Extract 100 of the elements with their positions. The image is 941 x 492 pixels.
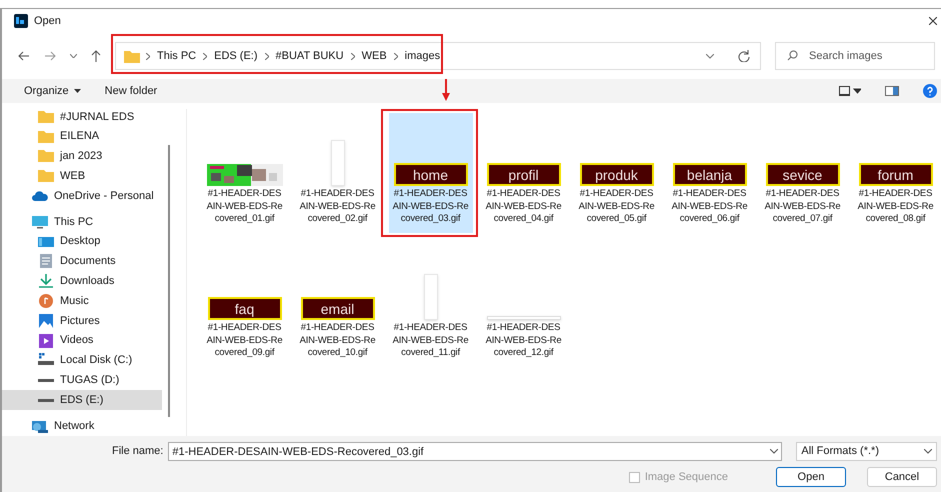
sidebar-item[interactable]: jan 2023 [2,146,162,166]
chevron-icon [394,52,398,60]
sidebar-item[interactable]: Music [2,291,162,311]
refresh-icon[interactable] [738,50,750,62]
search-icon [787,50,798,61]
caret-icon [924,449,932,454]
network-icon [32,418,48,433]
cloud-icon [32,189,48,204]
file-name: #1-HEADER-DES AIN-WEB-EDS-Re covered_08.gif [856,188,934,226]
chevron-icon [350,52,355,60]
file-item[interactable]: #1-HEADER-DES AIN-WEB-EDS-Re covered_12.gif [482,247,566,367]
file-item[interactable]: #1-HEADER-DES AIN-WEB-EDS-Re covered_11.gif [388,247,472,367]
folder-icon [38,149,54,164]
caret-icon[interactable] [70,54,77,58]
up-arrow-icon[interactable] [91,50,101,62]
file-item[interactable]: forum #1-HEADER-DES AIN-WEB-EDS-Re covered_08.gif [854,113,938,233]
folder-icon [38,130,54,144]
file-name: #1-HEADER-DES AIN-WEB-EDS-Re covered_11.gif [392,322,470,360]
sidebar-item[interactable]: #JURNAL EDS [2,107,162,127]
new-folder-button[interactable]: New folder [104,82,158,100]
format-dropdown[interactable]: All Formats (*.*) [796,442,937,461]
video-icon [38,334,54,348]
folder-icon [38,169,54,184]
organize-button[interactable]: Organize [24,82,81,100]
cancel-button[interactable]: Cancel [867,467,937,487]
help-icon[interactable] [923,84,937,98]
sidebar-item[interactable]: EDS (E:) [2,390,162,410]
address-bar[interactable]: This PC EDS (E:) #BUAT BUKU WEB images [115,42,761,70]
view-icon[interactable] [839,86,861,96]
sidebar-item[interactable]: Desktop [2,232,162,252]
breadcrumb-item[interactable]: EDS (E:) [214,48,258,64]
caret-icon [74,89,81,93]
sidebar-item[interactable]: OneDrive - Personal [2,186,162,206]
sidebar-item[interactable]: TUGAS (D:) [2,370,162,390]
desktop-icon [38,234,54,249]
sidebar-item[interactable]: Videos [2,330,162,351]
button-thumbnail: sevice [766,163,840,186]
window-title: Open [34,14,61,29]
breadcrumb-item[interactable]: images [404,48,440,64]
scrollbar[interactable] [168,145,170,417]
button-thumbnail: faq [208,297,282,320]
picture-icon [38,314,54,328]
arrow [442,79,450,101]
sidebar-item[interactable]: This PC [2,212,162,232]
open-button[interactable]: Open [776,467,846,487]
monitor-icon [32,214,48,229]
breadcrumb-item[interactable]: WEB [362,48,387,64]
folder-icon [124,50,140,62]
image-thumbnail [330,140,344,186]
file-name: #1-HEADER-DES AIN-WEB-EDS-Re covered_10.gif [298,322,376,360]
document-icon [38,254,54,268]
file-name: #1-HEADER-DES AIN-WEB-EDS-Re covered_06.gif [670,188,748,226]
button-thumbnail: produk [580,163,654,186]
chevron-icon [264,52,269,60]
file-name: #1-HEADER-DES AIN-WEB-EDS-Re covered_09.gif [206,322,284,360]
search-field[interactable]: Search images [775,42,935,70]
button-thumbnail: belanja [672,163,746,186]
file-item[interactable]: produk #1-HEADER-DES AIN-WEB-EDS-Re covered_05.gif [574,113,658,233]
file-name: #1-HEADER-DES AIN-WEB-EDS-Re covered_01.gif [206,188,284,226]
sidebar-item[interactable]: Downloads [2,271,162,292]
image-thumbnail [424,274,438,320]
file-item[interactable]: belanja #1-HEADER-DES AIN-WEB-EDS-Re covered_06.gif [668,113,752,233]
sidebar-item[interactable]: Pictures [2,310,162,331]
file-item[interactable]: sevice #1-HEADER-DES AIN-WEB-EDS-Re covered_07.gif [760,113,844,233]
file-item[interactable]: faq #1-HEADER-DES AIN-WEB-EDS-Re covered_09.gif [202,247,286,367]
forward-arrow-icon[interactable] [44,51,56,61]
file-name: #1-HEADER-DES AIN-WEB-EDS-Re covered_02.gif [298,188,376,226]
close-icon[interactable] [929,17,937,25]
button-thumbnail: email [300,297,374,320]
sidebar-item[interactable]: Documents [2,252,162,272]
file-name-label: File name: [112,444,164,460]
file-item[interactable]: #1-HEADER-DES AIN-WEB-EDS-Re covered_02.gif [296,113,380,233]
sidebar-item[interactable]: EILENA [2,126,162,147]
breadcrumb-item[interactable]: #BUAT BUKU [276,48,344,64]
download-icon [38,274,54,288]
preview-pane-icon[interactable] [885,86,899,96]
sidebar-item[interactable]: Network [2,416,162,436]
disk-icon [38,353,54,368]
file-item[interactable]: home #1-HEADER-DES AIN-WEB-EDS-Re covered_03.gif [388,113,472,233]
file-item[interactable]: email #1-HEADER-DES AIN-WEB-EDS-Re covered_10.gif [296,247,380,367]
file-item[interactable]: #1-HEADER-DES AIN-WEB-EDS-Re covered_01.gif [202,113,286,233]
file-item[interactable]: profil #1-HEADER-DES AIN-WEB-EDS-Re covered_04.gif [482,113,566,233]
sidebar-item[interactable]: Local Disk (C:) [2,350,162,370]
back-arrow-icon[interactable] [18,51,30,61]
chevron-icon [203,52,208,60]
button-thumbnail: profil [486,163,560,186]
breadcrumb-item[interactable]: This PC [157,48,196,64]
file-name: #1-HEADER-DES AIN-WEB-EDS-Re covered_12.gif [484,322,562,360]
chevron-icon [146,52,150,60]
sidebar-item[interactable]: WEB [2,166,162,186]
folder-icon [38,110,54,124]
file-name-field[interactable]: #1-HEADER-DESAIN-WEB-EDS-Recovered_03.gif [168,442,782,461]
app-icon [14,14,28,28]
music-icon [38,294,54,308]
file-name: #1-HEADER-DES AIN-WEB-EDS-Re covered_07.gif [764,188,842,226]
caret-icon[interactable] [706,54,714,58]
file-name: #1-HEADER-DES AIN-WEB-EDS-Re covered_05.gif [578,188,656,226]
file-name: #1-HEADER-DES AIN-WEB-EDS-Re covered_03.gif [392,188,470,226]
caret-icon [770,449,778,454]
button-thumbnail: home [394,163,468,186]
